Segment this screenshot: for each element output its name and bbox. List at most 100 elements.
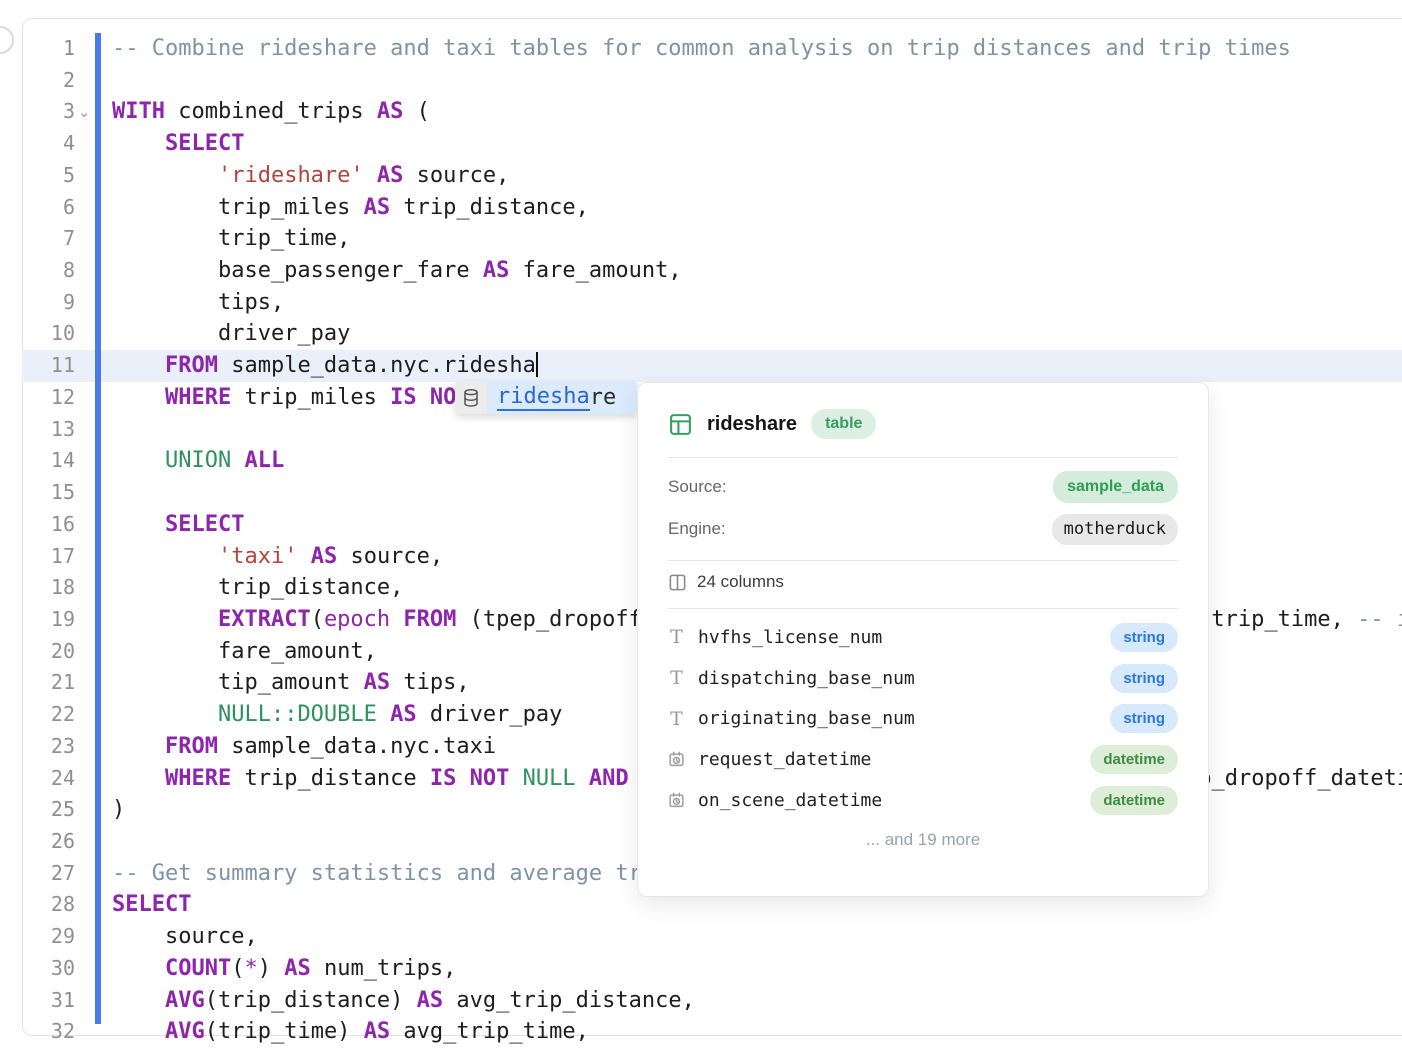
- code-token: -- in seconds: [1357, 607, 1402, 632]
- code-line[interactable]: 3⌄WITH combined_trips AS (: [22, 96, 1402, 128]
- autocomplete-popup: rideshare: [455, 381, 637, 414]
- code-line[interactable]: 31 AVG(trip_distance) AS avg_trip_distan…: [22, 985, 1402, 1017]
- line-number: 7: [22, 223, 75, 255]
- code-token: [112, 702, 218, 727]
- line-number: 23: [22, 731, 75, 763]
- code-token: AS: [364, 670, 391, 695]
- autocomplete-item-rideshare[interactable]: rideshare: [487, 381, 637, 414]
- code-token: source,: [337, 544, 443, 569]
- line-number: 15: [22, 477, 75, 509]
- code-token: FROM: [165, 353, 218, 378]
- code-line[interactable]: 2: [22, 65, 1402, 97]
- line-number: 9: [22, 287, 75, 319]
- code-token: NULL: [523, 766, 576, 791]
- code-token: AS: [377, 163, 404, 188]
- line-number: 18: [22, 572, 75, 604]
- column-row: request_datetimedatetime: [668, 739, 1178, 780]
- line-number: 25: [22, 794, 75, 826]
- code-token: *: [244, 956, 257, 981]
- code-token: [112, 512, 165, 537]
- column-row: Tdispatching_base_numstring: [668, 658, 1178, 699]
- code-token: sample_data.nyc.ridesha: [218, 353, 536, 378]
- code-token: AS: [377, 99, 404, 124]
- code-line[interactable]: 32 AVG(trip_time) AS avg_trip_time,: [22, 1016, 1402, 1048]
- code-line[interactable]: 30 COUNT(*) AS num_trips,: [22, 953, 1402, 985]
- table-card-header: rideshare table: [668, 407, 1178, 441]
- code-token: trip_distance,: [390, 195, 589, 220]
- line-number: 16: [22, 509, 75, 541]
- code-line[interactable]: 8 base_passenger_fare AS fare_amount,: [22, 255, 1402, 287]
- line-number: 6: [22, 192, 75, 224]
- table-type-badge: table: [811, 409, 876, 439]
- code-line[interactable]: 6 trip_miles AS trip_distance,: [22, 192, 1402, 224]
- columns-count-row: 24 columns: [668, 561, 1178, 603]
- column-row: Toriginating_base_numstring: [668, 698, 1178, 739]
- code-token: IS NOT: [430, 766, 509, 791]
- code-line[interactable]: 7 trip_time,: [22, 223, 1402, 255]
- code-token: trip_time,: [1198, 607, 1357, 632]
- line-number: 29: [22, 921, 75, 953]
- code-token: [112, 448, 165, 473]
- code-token: trip_distance,: [112, 575, 403, 600]
- line-number: 28: [22, 889, 75, 921]
- code-line[interactable]: 4 SELECT: [22, 128, 1402, 160]
- code-token: AS: [364, 1019, 391, 1044]
- divider: [668, 457, 1178, 458]
- autocomplete-rest-text: re: [590, 385, 617, 410]
- column-name: dispatching_base_num: [698, 668, 915, 689]
- code-token: [112, 163, 218, 188]
- column-row: Thvfhs_license_numstring: [668, 617, 1178, 658]
- code-token: [112, 607, 218, 632]
- code-token: (: [311, 607, 324, 632]
- code-token: tips,: [390, 670, 469, 695]
- code-token: ): [258, 956, 285, 981]
- column-row: on_scene_datetime datetime: [668, 780, 1178, 821]
- code-token: (: [231, 956, 244, 981]
- code-token: trip_miles: [112, 195, 364, 220]
- code-token: (trip_distance): [205, 988, 417, 1013]
- line-number: 20: [22, 636, 75, 668]
- columns-icon: [668, 573, 687, 592]
- line-number: 2: [22, 65, 75, 97]
- line-number: 24: [22, 763, 75, 795]
- code-token: ): [112, 797, 125, 822]
- column-name: originating_base_num: [698, 708, 915, 729]
- fold-chevron-icon[interactable]: ⌄: [78, 97, 91, 129]
- string-type-icon: T: [668, 667, 685, 689]
- code-token: tips,: [112, 290, 284, 315]
- code-token: UNION: [165, 448, 231, 473]
- line-number: 12: [22, 382, 75, 414]
- code-token: [390, 607, 403, 632]
- code-line[interactable]: 10 driver_pay: [22, 318, 1402, 350]
- code-token: tip_amount: [112, 670, 364, 695]
- code-token: trip_distance: [231, 766, 430, 791]
- code-token: driver_pay: [112, 321, 350, 346]
- code-line[interactable]: 11 FROM sample_data.nyc.ridesha: [22, 350, 1402, 382]
- edge-widget-partial: [0, 26, 14, 54]
- code-token: [231, 448, 244, 473]
- code-token: AS: [311, 544, 338, 569]
- column-type-badge: string: [1110, 623, 1178, 652]
- engine-label: Engine:: [668, 519, 726, 539]
- code-line[interactable]: 9 tips,: [22, 287, 1402, 319]
- line-number: 1: [22, 33, 75, 65]
- code-line[interactable]: 1-- Combine rideshare and taxi tables fo…: [22, 33, 1402, 65]
- engine-row: Engine: motherduck: [668, 508, 1178, 550]
- code-line[interactable]: 29 source,: [22, 921, 1402, 953]
- code-token: AVG: [165, 988, 205, 1013]
- line-number: 11: [22, 350, 75, 382]
- code-token: WHERE: [165, 385, 231, 410]
- code-token: [112, 131, 165, 156]
- line-number: 22: [22, 699, 75, 731]
- code-token: EXTRACT: [218, 607, 311, 632]
- code-token: [297, 544, 310, 569]
- line-number: 19: [22, 604, 75, 636]
- column-name: on_scene_datetime: [698, 790, 882, 811]
- source-value-badge: sample_data: [1053, 471, 1178, 503]
- code-line[interactable]: 5 'rideshare' AS source,: [22, 160, 1402, 192]
- line-number: 21: [22, 667, 75, 699]
- code-token: 'rideshare': [218, 163, 364, 188]
- datetime-type-icon: [668, 750, 685, 768]
- column-type-badge: datetime: [1090, 786, 1178, 815]
- code-token: ALL: [244, 448, 284, 473]
